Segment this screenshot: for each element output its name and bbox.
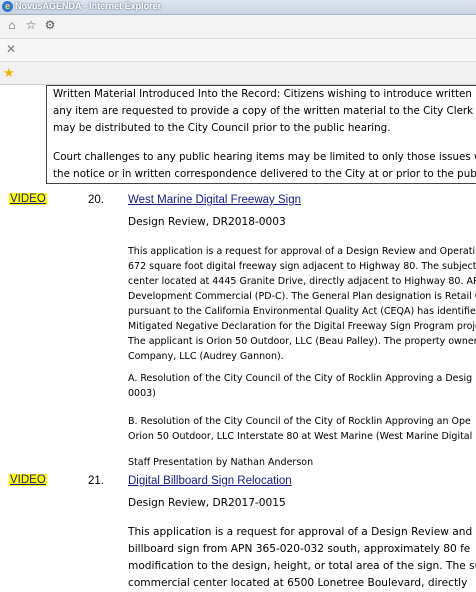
item-title-link[interactable]: West Marine Digital Freeway Sign xyxy=(128,194,301,206)
notice-line: Written Material Introduced Into the Rec… xyxy=(53,88,472,100)
video-link[interactable]: VIDEO xyxy=(9,193,47,205)
body-line: 672 square foot digital freeway sign adj… xyxy=(128,261,476,272)
staff-presentation: Staff Presentation by Nathan Anderson xyxy=(128,457,314,468)
favorites-bar: ★ xyxy=(0,62,476,85)
item-subtitle: Design Review, DR2017-0015 xyxy=(128,497,286,509)
browser-toolbar: ⌂ ☆ ⚙ xyxy=(0,15,476,39)
body-line: Development Commercial (PD-C). The Gener… xyxy=(128,291,476,302)
item-subtitle: Design Review, DR2018-0003 xyxy=(128,216,286,228)
body-line: modification to the design, height, or t… xyxy=(128,560,476,572)
body-line: center located at 4445 Granite Drive, di… xyxy=(128,276,476,287)
body-line: This application is a request for approv… xyxy=(128,526,476,538)
favorites-star-icon[interactable]: ☆ xyxy=(24,18,38,32)
resolution-line: B. Resolution of the City Council of the… xyxy=(128,416,471,427)
notice-line: any item are requested to provide a copy… xyxy=(53,105,476,117)
notice-line: may be distributed to the City Council p… xyxy=(53,122,391,134)
add-favorite-icon[interactable]: ★ xyxy=(3,65,15,81)
body-line: Company, LLC (Audrey Gannon). xyxy=(128,351,284,362)
notice-line: the notice or in written correspondence … xyxy=(53,168,476,180)
body-line: commercial center located at 6500 Lonetr… xyxy=(128,577,468,589)
resolution-line: A. Resolution of the City Council of the… xyxy=(128,373,473,384)
home-icon[interactable]: ⌂ xyxy=(5,18,19,32)
video-link[interactable]: VIDEO xyxy=(9,474,47,486)
tab-bar: ✕ xyxy=(0,39,476,62)
body-line: This application is a request for approv… xyxy=(128,246,476,257)
resolution-line: Orion 50 Outdoor, LLC Interstate 80 at W… xyxy=(128,431,476,442)
agenda-content: Written Material Introduced Into the Rec… xyxy=(0,85,476,592)
notice-line: Court challenges to any public hearing i… xyxy=(53,151,476,163)
window-title: NovusAGENDA - Internet Explorer xyxy=(15,1,162,11)
body-line: The applicant is Orion 50 Outdoor, LLC (… xyxy=(128,336,476,347)
body-line: billboard sign from APN 365-020-032 sout… xyxy=(128,543,471,555)
ie-logo-icon: e xyxy=(2,1,13,12)
close-icon[interactable]: ✕ xyxy=(6,42,16,56)
title-bar: e NovusAGENDA - Internet Explorer xyxy=(0,0,476,15)
body-line: Mitigated Negative Declaration for the D… xyxy=(128,321,476,332)
notice-box: Written Material Introduced Into the Rec… xyxy=(46,85,476,184)
item-number: 20. xyxy=(88,194,104,206)
gear-icon[interactable]: ⚙ xyxy=(43,18,57,32)
item-number: 21. xyxy=(88,475,104,487)
item-title-link[interactable]: Digital Billboard Sign Relocation xyxy=(128,475,292,487)
body-line: pursuant to the California Environmental… xyxy=(128,306,476,317)
resolution-line: 0003) xyxy=(128,388,156,399)
